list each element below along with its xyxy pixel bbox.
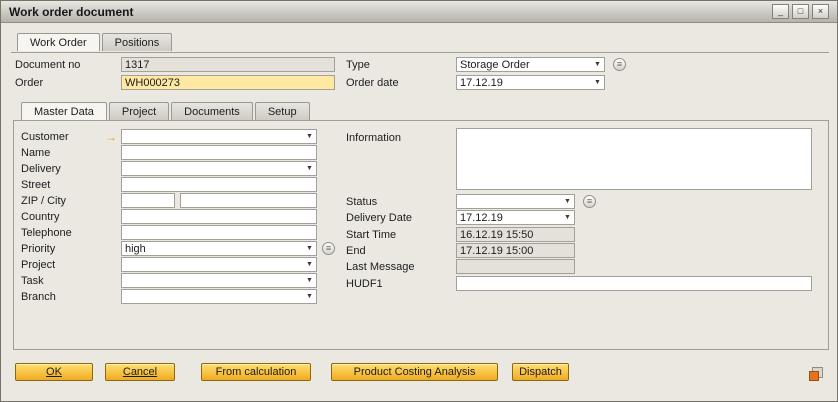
chevron-down-icon: ▼ [303, 293, 316, 300]
delivery-label: Delivery [21, 162, 61, 176]
country-field[interactable] [121, 209, 317, 224]
chevron-down-icon: ▼ [303, 165, 316, 172]
tab-documents[interactable]: Documents [171, 102, 253, 120]
cancel-button-label: Cancel [123, 366, 157, 378]
link-arrow-icon[interactable]: → [105, 131, 117, 143]
street-field[interactable] [121, 177, 317, 192]
chevron-down-icon: ▼ [303, 133, 316, 140]
from-calculation-button[interactable]: From calculation [201, 363, 311, 381]
hudf1-label: HUDF1 [346, 277, 383, 291]
start-time-field [456, 227, 575, 242]
project-label: Project [21, 258, 55, 272]
window-controls: _ □ × [772, 4, 829, 19]
work-order-document-window: Work order document _ □ × Work Order Pos… [0, 0, 838, 402]
type-value-list-icon[interactable]: ≡ [613, 58, 626, 71]
zip-city-label: ZIP / City [21, 194, 66, 208]
type-combo-value: Storage Order [460, 59, 591, 71]
minimize-button[interactable]: _ [772, 4, 789, 19]
telephone-label: Telephone [21, 226, 72, 240]
type-combo[interactable]: Storage Order ▼ [456, 57, 605, 72]
status-combo[interactable]: ▼ [456, 194, 575, 209]
status-value-list-icon[interactable]: ≡ [583, 195, 596, 208]
product-costing-analysis-button[interactable]: Product Costing Analysis [331, 363, 498, 381]
delivery-combo[interactable]: ▼ [121, 161, 317, 176]
branch-label: Branch [21, 290, 56, 304]
end-field [456, 243, 575, 258]
form-settings-icon[interactable] [809, 367, 823, 381]
delivery-date-label: Delivery Date [346, 211, 412, 225]
tab-master-data[interactable]: Master Data [21, 102, 107, 120]
branch-combo[interactable]: ▼ [121, 289, 317, 304]
from-calculation-button-label: From calculation [216, 366, 297, 378]
telephone-field[interactable] [121, 225, 317, 240]
chevron-down-icon: ▼ [591, 79, 604, 86]
type-label: Type [346, 58, 370, 72]
priority-combo[interactable]: high ▼ [121, 241, 317, 256]
document-tabs: Work Order Positions [17, 33, 174, 51]
chevron-down-icon: ▼ [561, 198, 574, 205]
form-settings-icon-front-square [809, 371, 819, 381]
minimize-icon: _ [778, 6, 783, 16]
priority-value-list-icon[interactable]: ≡ [322, 242, 335, 255]
cancel-button[interactable]: Cancel [105, 363, 175, 381]
status-label: Status [346, 195, 377, 209]
chevron-down-icon: ▼ [591, 61, 604, 68]
street-label: Street [21, 178, 50, 192]
customer-label: Customer [21, 130, 69, 144]
product-costing-analysis-button-label: Product Costing Analysis [354, 366, 476, 378]
order-date-label: Order date [346, 76, 399, 90]
last-message-label: Last Message [346, 260, 414, 274]
hudf1-field[interactable] [456, 276, 812, 291]
priority-combo-value: high [125, 243, 303, 255]
end-label: End [346, 244, 366, 258]
ok-button-label: OK [46, 366, 62, 378]
city-field[interactable] [180, 193, 317, 208]
task-combo[interactable]: ▼ [121, 273, 317, 288]
tab-work-order[interactable]: Work Order [17, 33, 100, 51]
maximize-button[interactable]: □ [792, 4, 809, 19]
customer-combo[interactable]: ▼ [121, 129, 317, 144]
tab-project[interactable]: Project [109, 102, 169, 120]
chevron-down-icon: ▼ [561, 214, 574, 221]
chevron-down-icon: ▼ [303, 245, 316, 252]
task-label: Task [21, 274, 44, 288]
ok-button[interactable]: OK [15, 363, 93, 381]
titlebar: Work order document _ □ × [1, 1, 837, 23]
close-icon: × [818, 6, 823, 16]
information-textarea[interactable] [456, 128, 812, 190]
order-label: Order [15, 76, 43, 90]
tab-setup[interactable]: Setup [255, 102, 310, 120]
information-label: Information [346, 131, 401, 145]
last-message-field [456, 259, 575, 274]
zip-field[interactable] [121, 193, 175, 208]
document-no-label: Document no [15, 58, 80, 72]
project-combo[interactable]: ▼ [121, 257, 317, 272]
chevron-down-icon: ▼ [303, 277, 316, 284]
name-field[interactable] [121, 145, 317, 160]
maximize-icon: □ [798, 6, 803, 16]
country-label: Country [21, 210, 60, 224]
dispatch-button[interactable]: Dispatch [512, 363, 569, 381]
delivery-date-combo-value: 17.12.19 [460, 212, 561, 224]
name-label: Name [21, 146, 50, 160]
detail-tabs: Master Data Project Documents Setup [21, 102, 312, 120]
delivery-date-combo[interactable]: 17.12.19 ▼ [456, 210, 575, 225]
tab-positions[interactable]: Positions [102, 33, 173, 51]
window-title: Work order document [9, 5, 133, 19]
chevron-down-icon: ▼ [303, 261, 316, 268]
order-date-combo[interactable]: 17.12.19 ▼ [456, 75, 605, 90]
dispatch-button-label: Dispatch [519, 366, 562, 378]
order-date-combo-value: 17.12.19 [460, 77, 591, 89]
order-field[interactable] [121, 75, 335, 90]
document-no-field [121, 57, 335, 72]
start-time-label: Start Time [346, 228, 396, 242]
tab-divider [11, 52, 829, 53]
priority-label: Priority [21, 242, 55, 256]
close-button[interactable]: × [812, 4, 829, 19]
